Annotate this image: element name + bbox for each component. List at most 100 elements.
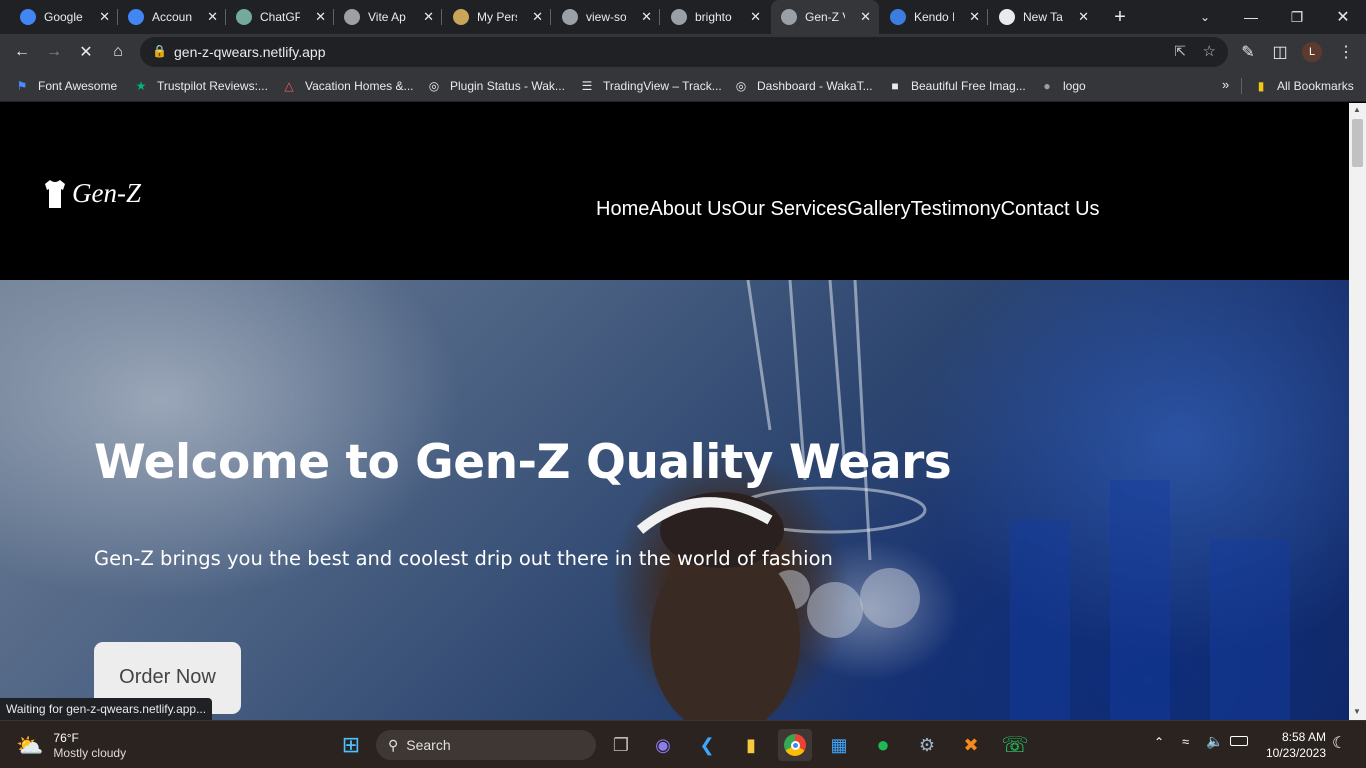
close-tab-icon[interactable]: ✕ (532, 9, 543, 25)
nav-our-services[interactable]: Our Services (732, 198, 848, 221)
kendo-icon (890, 9, 906, 25)
bookmark-item[interactable]: ■ Beautiful Free Imag... (887, 76, 1025, 96)
globe-icon (562, 9, 578, 25)
volume-icon[interactable]: 🔈 (1206, 733, 1223, 750)
bookmark-item[interactable]: △ Vacation Homes &... (281, 76, 413, 96)
tab-title: Kendo I (914, 10, 954, 24)
scrollbar-thumb[interactable] (1352, 119, 1363, 167)
bookmarks-bar: ⚑ Font Awesome ★ Trustpilot Reviews:... △ Vac… (0, 70, 1366, 102)
close-tab-icon[interactable]: ✕ (641, 9, 652, 25)
browser-tab[interactable]: Gen-Z V ✕ (771, 0, 879, 34)
browser-tab[interactable]: Vite Ap ✕ (334, 0, 442, 34)
xampp-icon[interactable]: ✖ (954, 729, 988, 761)
browser-tab[interactable]: Accoun ✕ (118, 0, 226, 34)
close-window-icon[interactable]: ✕ (1320, 0, 1366, 34)
scroll-down-icon[interactable]: ▼ (1353, 707, 1361, 716)
taskbar-search[interactable]: ⚲ Search (376, 730, 596, 760)
new-tab-button[interactable]: + (1108, 5, 1132, 29)
browser-tab[interactable]: ChatGP ✕ (226, 0, 334, 34)
share-icon[interactable]: ⇱ (1174, 43, 1186, 60)
address-bar[interactable]: 🔒 gen-z-qwears.netlify.app ⇱ ☆ (140, 37, 1228, 67)
close-tab-icon[interactable]: ✕ (99, 9, 110, 25)
page-scrollbar[interactable]: ▲ ▼ (1349, 103, 1366, 720)
task-view-icon[interactable]: ❐ (604, 729, 638, 761)
hero-subtitle: Gen-Z brings you the best and coolest dr… (94, 547, 833, 570)
nav-gallery[interactable]: Gallery (847, 198, 910, 221)
close-tab-icon[interactable]: ✕ (750, 9, 761, 25)
browser-tab[interactable]: My Pers ✕ (443, 0, 551, 34)
url-text[interactable]: gen-z-qwears.netlify.app (174, 44, 325, 60)
spotify-icon[interactable]: ● (866, 729, 900, 761)
back-icon[interactable]: ← (8, 38, 36, 66)
teams-chat-icon[interactable]: ◉ (646, 729, 680, 761)
close-tab-icon[interactable]: ✕ (969, 9, 980, 25)
scroll-up-icon[interactable]: ▲ (1353, 105, 1361, 114)
tshirt-icon (45, 179, 65, 208)
browser-tab[interactable]: view-so ✕ (552, 0, 660, 34)
close-tab-icon[interactable]: ✕ (1078, 9, 1089, 25)
tab-title: brighto (695, 10, 732, 24)
microsoft-store-icon[interactable]: ▦ (822, 729, 856, 761)
star-icon: ★ (135, 79, 147, 93)
globe-icon: ● (1043, 79, 1051, 93)
browser-toolbar: ← → ✕ ⌂ 🔒 gen-z-qwears.netlify.app ⇱ ☆ ✎… (0, 34, 1366, 70)
bookmark-star-icon[interactable]: ☆ (1203, 42, 1216, 60)
vscode-icon[interactable]: ❮ (690, 729, 724, 761)
wakatime-icon: ◎ (428, 79, 440, 93)
nav-home[interactable]: Home (596, 198, 649, 221)
close-tab-icon[interactable]: ✕ (207, 9, 218, 25)
profile-avatar[interactable]: L (1302, 42, 1322, 62)
portfolio-icon (453, 9, 469, 25)
battery-icon[interactable] (1230, 736, 1248, 746)
bookmark-item[interactable]: ☰ TradingView – Track... (579, 76, 722, 96)
bookmark-item[interactable]: ◎ Plugin Status - Wak... (426, 76, 565, 96)
notifications-icon[interactable]: ☾ (1332, 733, 1346, 753)
extensions-icon[interactable]: ✎ (1234, 38, 1262, 66)
tab-separator (550, 9, 551, 25)
chrome-taskbar-icon[interactable] (778, 729, 812, 761)
close-tab-icon[interactable]: ✕ (423, 9, 434, 25)
nav-contact-us[interactable]: Contact Us (1001, 198, 1100, 221)
globe-icon (344, 9, 360, 25)
browser-tab[interactable]: New Ta ✕ (989, 0, 1097, 34)
tab-search-icon[interactable]: ⌄ (1182, 0, 1228, 34)
nav-testimony[interactable]: Testimony (911, 198, 1001, 221)
whatsapp-icon[interactable]: ☏ (998, 729, 1032, 761)
menu-kebab-icon[interactable]: ⋮ (1332, 38, 1360, 66)
home-icon[interactable]: ⌂ (104, 38, 132, 66)
tab-title: My Pers (477, 10, 517, 24)
stop-loading-icon[interactable]: ✕ (72, 38, 100, 66)
weather-widget[interactable]: ⛅ 76°F Mostly cloudy (16, 731, 126, 761)
browser-tab[interactable]: brighto ✕ (661, 0, 769, 34)
nav-about-us[interactable]: About Us (649, 198, 731, 221)
google-icon (20, 9, 36, 25)
all-bookmarks[interactable]: ▮ All Bookmarks (1253, 76, 1354, 96)
hero-section: Welcome to Gen-Z Quality Wears Gen-Z bri… (0, 280, 1349, 720)
more-bookmarks-icon[interactable]: » (1222, 77, 1229, 92)
bookmark-label: Trustpilot Reviews:... (157, 79, 268, 93)
side-panel-icon[interactable]: ◫ (1266, 38, 1294, 66)
logo-text: Gen-Z (72, 178, 141, 208)
close-tab-icon[interactable]: ✕ (860, 9, 871, 25)
bookmark-item[interactable]: ★ Trustpilot Reviews:... (133, 76, 268, 96)
file-explorer-icon[interactable]: ▮ (734, 729, 768, 761)
site-logo[interactable]: Gen-Z (44, 178, 141, 209)
restore-icon[interactable]: ❐ (1274, 0, 1320, 34)
search-icon: ⚲ (388, 736, 399, 753)
clock[interactable]: 8:58 AM 10/23/2023 (1256, 729, 1326, 761)
forward-icon[interactable]: → (40, 38, 68, 66)
lock-icon[interactable]: 🔒 (152, 44, 167, 58)
bookmark-item[interactable]: ◎ Dashboard - WakaT... (733, 76, 873, 96)
bookmark-item[interactable]: ⚑ Font Awesome (14, 76, 118, 96)
bookmark-label: TradingView – Track... (603, 79, 722, 93)
tab-title: Gen-Z V (805, 10, 845, 24)
wifi-icon[interactable]: ≈ (1182, 734, 1189, 749)
bookmark-item[interactable]: ● logo (1039, 76, 1085, 96)
windows-start-icon[interactable]: ⊞ (334, 729, 368, 761)
browser-tab[interactable]: Kendo I ✕ (880, 0, 988, 34)
settings-gear-icon[interactable]: ⚙ (910, 729, 944, 761)
close-tab-icon[interactable]: ✕ (315, 9, 326, 25)
browser-tab[interactable]: Google ✕ (10, 0, 118, 34)
minimize-icon[interactable]: — (1228, 0, 1274, 34)
tray-overflow-icon[interactable]: ⌃ (1154, 735, 1164, 749)
